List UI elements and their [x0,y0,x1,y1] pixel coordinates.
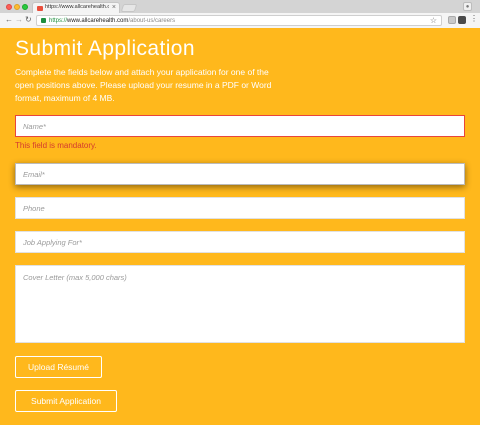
phone-field[interactable] [15,197,465,219]
tab-strip: https://www.allcarehealth.com/ × ● [0,0,480,14]
url-path: /about-us/careers [128,18,176,24]
favicon-icon [37,6,43,11]
navigation-bar: ← → ↻ https://www.allcarehealth.com/abou… [0,13,480,28]
page-title: Submit Application [15,37,195,60]
back-arrow-icon[interactable]: ← [5,15,13,25]
star-icon[interactable]: ☆ [430,16,437,26]
application-form: Submit Application Complete the fields b… [0,28,480,425]
url-host: www.allcarehealth.com [67,18,129,24]
forward-arrow-icon[interactable]: → [15,15,23,25]
extension-icon[interactable] [448,16,456,24]
phone-input[interactable] [16,198,464,219]
extension-icon[interactable] [458,16,466,24]
new-tab-button[interactable] [120,4,138,12]
submit-application-button[interactable]: Submit Application [15,390,117,412]
form-intro: Complete the fields below and attach you… [15,67,272,103]
email-input[interactable] [16,164,464,185]
lock-icon [41,18,46,23]
maximize-window-button[interactable] [22,4,28,10]
browser-chrome: https://www.allcarehealth.com/ × ● ← → ↻… [0,0,480,28]
job-input[interactable] [16,232,464,253]
profile-icon[interactable]: ● [463,2,472,11]
address-bar[interactable]: https://www.allcarehealth.com/about-us/c… [36,15,442,26]
cover-letter-field[interactable] [15,265,465,343]
minimize-window-button[interactable] [14,4,20,10]
cover-letter-input[interactable] [16,266,464,342]
email-field[interactable] [15,163,465,185]
name-error-message: This field is mandatory. [15,141,97,150]
close-window-button[interactable] [6,4,12,10]
url-text: https://www.allcarehealth.com/about-us/c… [49,17,175,25]
kebab-menu-icon[interactable]: ⋮ [470,14,478,24]
tab-close-icon[interactable]: × [112,3,116,13]
upload-resume-button[interactable]: Upload Résumé [15,356,102,378]
name-input[interactable] [16,116,464,137]
url-scheme: https:// [49,18,68,24]
job-field[interactable] [15,231,465,253]
tab-title: https://www.allcarehealth.com/ [45,4,109,10]
reload-icon[interactable]: ↻ [25,15,32,25]
name-field[interactable] [15,115,465,137]
